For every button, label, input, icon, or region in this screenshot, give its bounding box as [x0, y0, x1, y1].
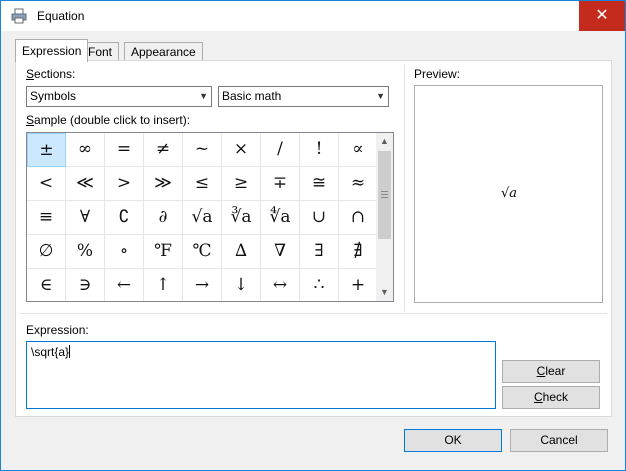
symbol-cell[interactable]: ∩	[339, 201, 378, 235]
symbol-cell[interactable]: ←	[105, 269, 144, 301]
symbol-cell[interactable]: ↔	[261, 269, 300, 301]
symbol-cell[interactable]: ∂	[144, 201, 183, 235]
symbol-cell[interactable]: ∀	[66, 201, 105, 235]
chevron-down-icon: ▼	[376, 91, 385, 101]
expression-value: \sqrt{a}	[31, 345, 70, 359]
subsection-select[interactable]: Basic math ▼	[218, 86, 389, 107]
close-button[interactable]: ✕	[579, 1, 625, 31]
symbol-cell[interactable]: ∝	[339, 133, 378, 167]
preview-formula: √a	[501, 186, 518, 201]
grip-icon	[381, 191, 388, 198]
symbol-cell[interactable]: ≠	[144, 133, 183, 167]
symbol-cell[interactable]: ≤	[183, 167, 222, 201]
sections-select-value: Symbols	[30, 89, 77, 103]
scroll-down-icon[interactable]: ▼	[376, 284, 393, 301]
vertical-separator	[404, 65, 405, 311]
symbol-grid: ± ∞ = ≠ ~ × /! ∝ < ≪ > ≫ ≤ ≥ ∓ ≅ ≈ ≡ ∀ ∁ ∂ √a ∛a ∜a ∪ ∩ ∅% ∘ ℉ ℃ ∆ ∇ ∃ ∄ ∈…	[27, 133, 378, 301]
symbol-cell[interactable]: ∃	[300, 235, 339, 269]
symbol-cell[interactable]: ↓	[222, 269, 261, 301]
symbol-cell[interactable]: ≅	[300, 167, 339, 201]
subsection-select-value: Basic math	[222, 89, 282, 103]
sections-select[interactable]: Symbols ▼	[26, 86, 212, 107]
symbol-cell[interactable]: +	[339, 269, 378, 301]
tab-appearance[interactable]: Appearance	[124, 42, 203, 61]
symbol-cell[interactable]: ∅	[27, 235, 66, 269]
symbol-cell[interactable]: >	[105, 167, 144, 201]
window-title: Equation	[37, 9, 85, 23]
symbol-cell[interactable]: ∓	[261, 167, 300, 201]
horizontal-separator	[20, 313, 607, 314]
symbol-scrollbar[interactable]: ▲ ▼	[376, 133, 393, 301]
check-button[interactable]: Check	[502, 386, 600, 409]
tab-expression[interactable]: Expression	[15, 39, 89, 62]
clear-button[interactable]: Clear	[502, 360, 600, 383]
symbol-cell[interactable]: √a	[183, 201, 222, 235]
symbol-cell[interactable]: ∁	[105, 201, 144, 235]
symbol-cell[interactable]: ∇	[261, 235, 300, 269]
sections-label: Sections:	[26, 67, 76, 81]
symbol-cell[interactable]: ∄	[339, 235, 378, 269]
printer-icon	[11, 8, 27, 24]
symbol-cell[interactable]: !	[300, 133, 339, 167]
symbol-cell[interactable]: ℃	[183, 235, 222, 269]
symbol-cell[interactable]: ℉	[144, 235, 183, 269]
symbol-cell[interactable]: ∞	[66, 133, 105, 167]
ok-button[interactable]: OK	[404, 429, 502, 452]
symbol-cell[interactable]: ±	[27, 133, 66, 167]
symbol-cell[interactable]: %	[66, 235, 105, 269]
preview-pane: √a	[414, 85, 603, 303]
preview-label: Preview:	[414, 67, 461, 81]
symbol-cell[interactable]: <	[27, 167, 66, 201]
sample-label: Sample (double click to insert):	[26, 113, 191, 127]
symbol-cell[interactable]: =	[105, 133, 144, 167]
symbol-cell[interactable]: ≫	[144, 167, 183, 201]
symbol-cell[interactable]: ∛a	[222, 201, 261, 235]
symbol-cell[interactable]: ≈	[339, 167, 378, 201]
symbol-cell[interactable]: ∴	[300, 269, 339, 301]
symbol-cell[interactable]: ≥	[222, 167, 261, 201]
symbol-cell[interactable]: ≡	[27, 201, 66, 235]
expression-label: Expression:	[26, 323, 89, 337]
symbol-list[interactable]: ± ∞ = ≠ ~ × /! ∝ < ≪ > ≫ ≤ ≥ ∓ ≅ ≈ ≡ ∀ ∁ ∂ √a ∛a ∜a ∪ ∩ ∅% ∘ ℉ ℃ ∆ ∇ ∃ ∄ ∈…	[26, 132, 394, 302]
symbol-cell[interactable]: ×	[222, 133, 261, 167]
expression-tab-panel: Sections: Symbols ▼ Basic math ▼ Sample …	[15, 60, 612, 417]
text-caret	[69, 345, 71, 358]
symbol-cell[interactable]: ∋	[66, 269, 105, 301]
symbol-cell[interactable]: ∪	[300, 201, 339, 235]
symbol-cell[interactable]: ∜a	[261, 201, 300, 235]
symbol-cell[interactable]: ∆	[222, 235, 261, 269]
equation-dialog: Equation ✕ Expression Font Appearance Se…	[0, 0, 626, 471]
expression-input[interactable]: \sqrt{a}	[26, 341, 496, 409]
chevron-down-icon: ▼	[199, 91, 208, 101]
symbol-cell[interactable]: →	[183, 269, 222, 301]
scroll-up-icon[interactable]: ▲	[376, 133, 393, 150]
symbol-cell[interactable]: ∈	[27, 269, 66, 301]
title-bar: Equation ✕	[1, 1, 625, 31]
scroll-thumb[interactable]	[378, 151, 391, 239]
symbol-cell[interactable]: /	[261, 133, 300, 167]
cancel-button[interactable]: Cancel	[510, 429, 608, 452]
symbol-cell[interactable]: ≪	[66, 167, 105, 201]
symbol-cell[interactable]: ~	[183, 133, 222, 167]
symbol-cell[interactable]: ∘	[105, 235, 144, 269]
symbol-cell[interactable]: ↑	[144, 269, 183, 301]
